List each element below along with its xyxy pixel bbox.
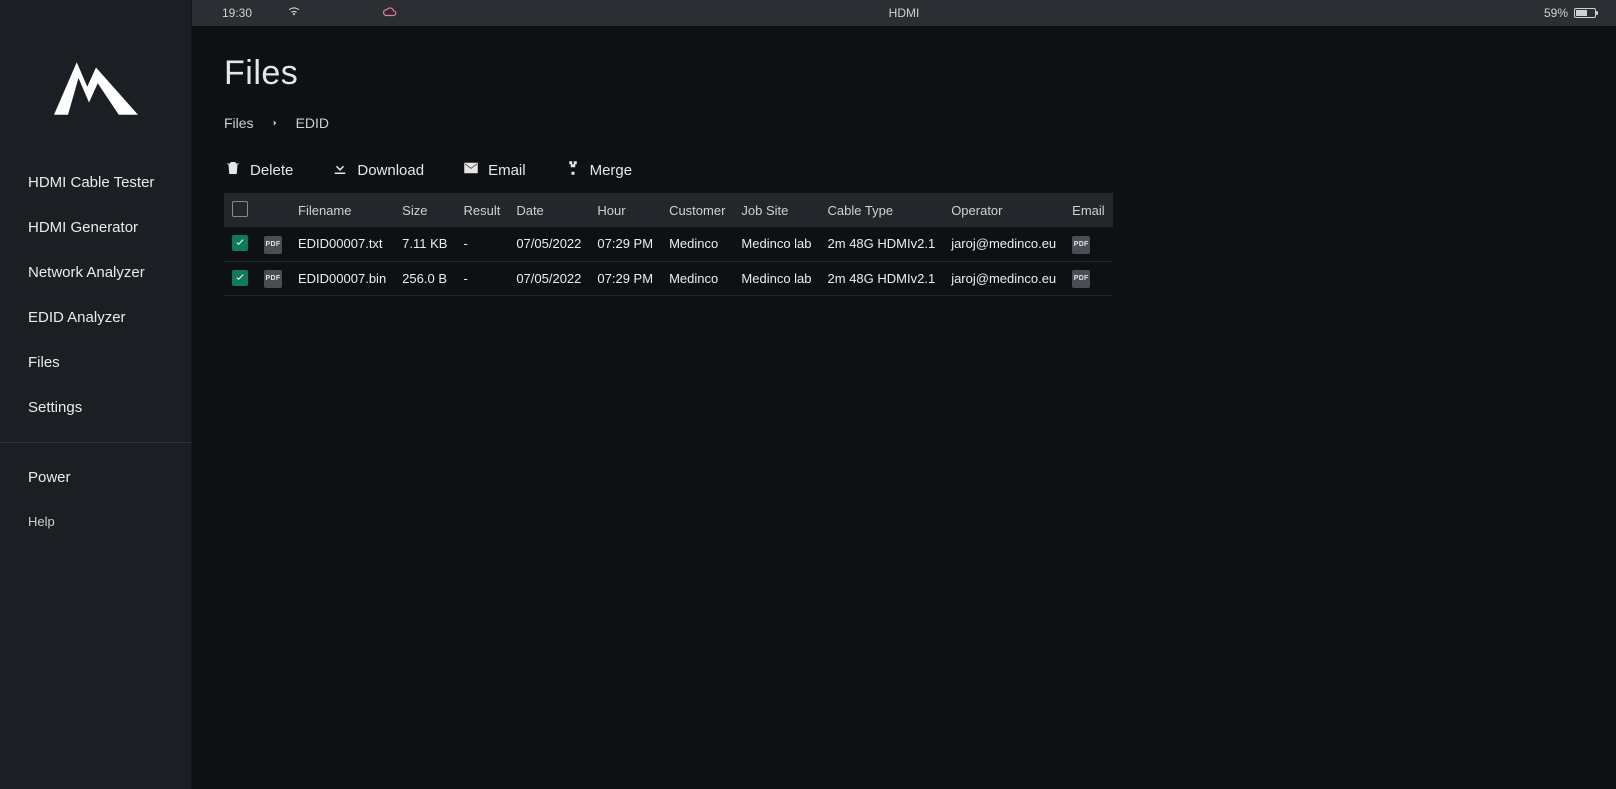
cell-filename: EDID00007.txt [290,227,394,261]
sidebar-item-network-analyzer[interactable]: Network Analyzer [0,250,191,295]
cell-result: - [455,227,508,261]
download-button[interactable]: Download [331,159,424,181]
cell-jobsite: Medinco lab [733,261,819,295]
cell-hour: 07:29 PM [589,227,661,261]
sidebar-item-power[interactable]: Power [0,455,191,500]
sidebar-label: Network Analyzer [28,264,145,281]
statusbar-mode: HDMI [889,6,920,20]
sidebar-label: Files [28,354,60,371]
sidebar-label: Power [28,469,71,486]
sidebar-item-files[interactable]: Files [0,340,191,385]
select-all-checkbox[interactable] [232,201,248,217]
row-checkbox[interactable] [232,270,248,286]
breadcrumb: Files EDID [224,115,1584,131]
email-pdf-icon[interactable]: PDF [1072,270,1090,288]
sidebar-item-hdmi-tester[interactable]: HDMI Cable Tester [0,160,191,205]
email-icon [462,159,480,181]
table-row[interactable]: PDF EDID00007.bin 256.0 B - 07/05/2022 0… [224,261,1113,295]
action-label: Delete [250,162,293,179]
cell-customer: Medinco [661,261,733,295]
battery-percent: 59% [1544,6,1568,20]
cloud-icon [382,5,398,22]
chevron-right-icon [270,115,280,131]
trash-icon [224,159,242,181]
files-table: Filename Size Result Date Hour Customer … [224,193,1113,296]
col-operator: Operator [943,193,1064,227]
email-pdf-icon[interactable]: PDF [1072,236,1090,254]
battery-icon [1574,8,1596,18]
sidebar-label: EDID Analyzer [28,309,126,326]
table-row[interactable]: PDF EDID00007.txt 7.11 KB - 07/05/2022 0… [224,227,1113,261]
col-jobsite: Job Site [733,193,819,227]
page-title: Files [224,54,1584,93]
col-hour: Hour [589,193,661,227]
col-filename: Filename [290,193,394,227]
signal-icon [287,5,301,22]
delete-button[interactable]: Delete [224,159,293,181]
sidebar-label: Help [28,514,55,529]
merge-icon [564,159,582,181]
battery-indicator: 59% [1544,6,1596,20]
pdf-file-icon: PDF [264,270,282,288]
pdf-file-icon: PDF [264,236,282,254]
sidebar-label: HDMI Cable Tester [28,174,154,191]
cell-date: 07/05/2022 [508,227,589,261]
sidebar-divider [0,442,191,443]
action-label: Merge [590,162,633,179]
logo [0,50,191,120]
cell-customer: Medinco [661,227,733,261]
col-date: Date [508,193,589,227]
cell-hour: 07:29 PM [589,261,661,295]
statusbar-time: 19:30 [222,6,252,20]
breadcrumb-edid[interactable]: EDID [296,115,329,131]
cell-result: - [455,261,508,295]
action-label: Email [488,162,526,179]
cell-date: 07/05/2022 [508,261,589,295]
cell-filename: EDID00007.bin [290,261,394,295]
table-header-row: Filename Size Result Date Hour Customer … [224,193,1113,227]
col-size: Size [394,193,455,227]
cell-operator: jaroj@medinco.eu [943,261,1064,295]
sidebar-item-settings[interactable]: Settings [0,385,191,430]
action-bar: Delete Download Email Merge [224,159,1584,181]
cell-operator: jaroj@medinco.eu [943,227,1064,261]
col-customer: Customer [661,193,733,227]
cell-cabletype: 2m 48G HDMIv2.1 [820,261,944,295]
merge-button[interactable]: Merge [564,159,633,181]
sidebar-label: HDMI Generator [28,219,138,236]
download-icon [331,159,349,181]
main-content: Files Files EDID Delete Download Email M… [192,26,1616,789]
status-bar: 19:30 HDMI 59% [192,0,1616,26]
sidebar-item-help[interactable]: Help [0,500,191,543]
cell-size: 7.11 KB [394,227,455,261]
row-checkbox[interactable] [232,235,248,251]
sidebar-item-edid-analyzer[interactable]: EDID Analyzer [0,295,191,340]
cell-cabletype: 2m 48G HDMIv2.1 [820,227,944,261]
cell-size: 256.0 B [394,261,455,295]
cell-jobsite: Medinco lab [733,227,819,261]
col-cabletype: Cable Type [820,193,944,227]
sidebar-item-hdmi-generator[interactable]: HDMI Generator [0,205,191,250]
email-button[interactable]: Email [462,159,526,181]
sidebar: HDMI Cable Tester HDMI Generator Network… [0,0,192,789]
col-email: Email [1064,193,1113,227]
breadcrumb-files[interactable]: Files [224,115,254,131]
col-result: Result [455,193,508,227]
sidebar-label: Settings [28,399,82,416]
action-label: Download [357,162,424,179]
